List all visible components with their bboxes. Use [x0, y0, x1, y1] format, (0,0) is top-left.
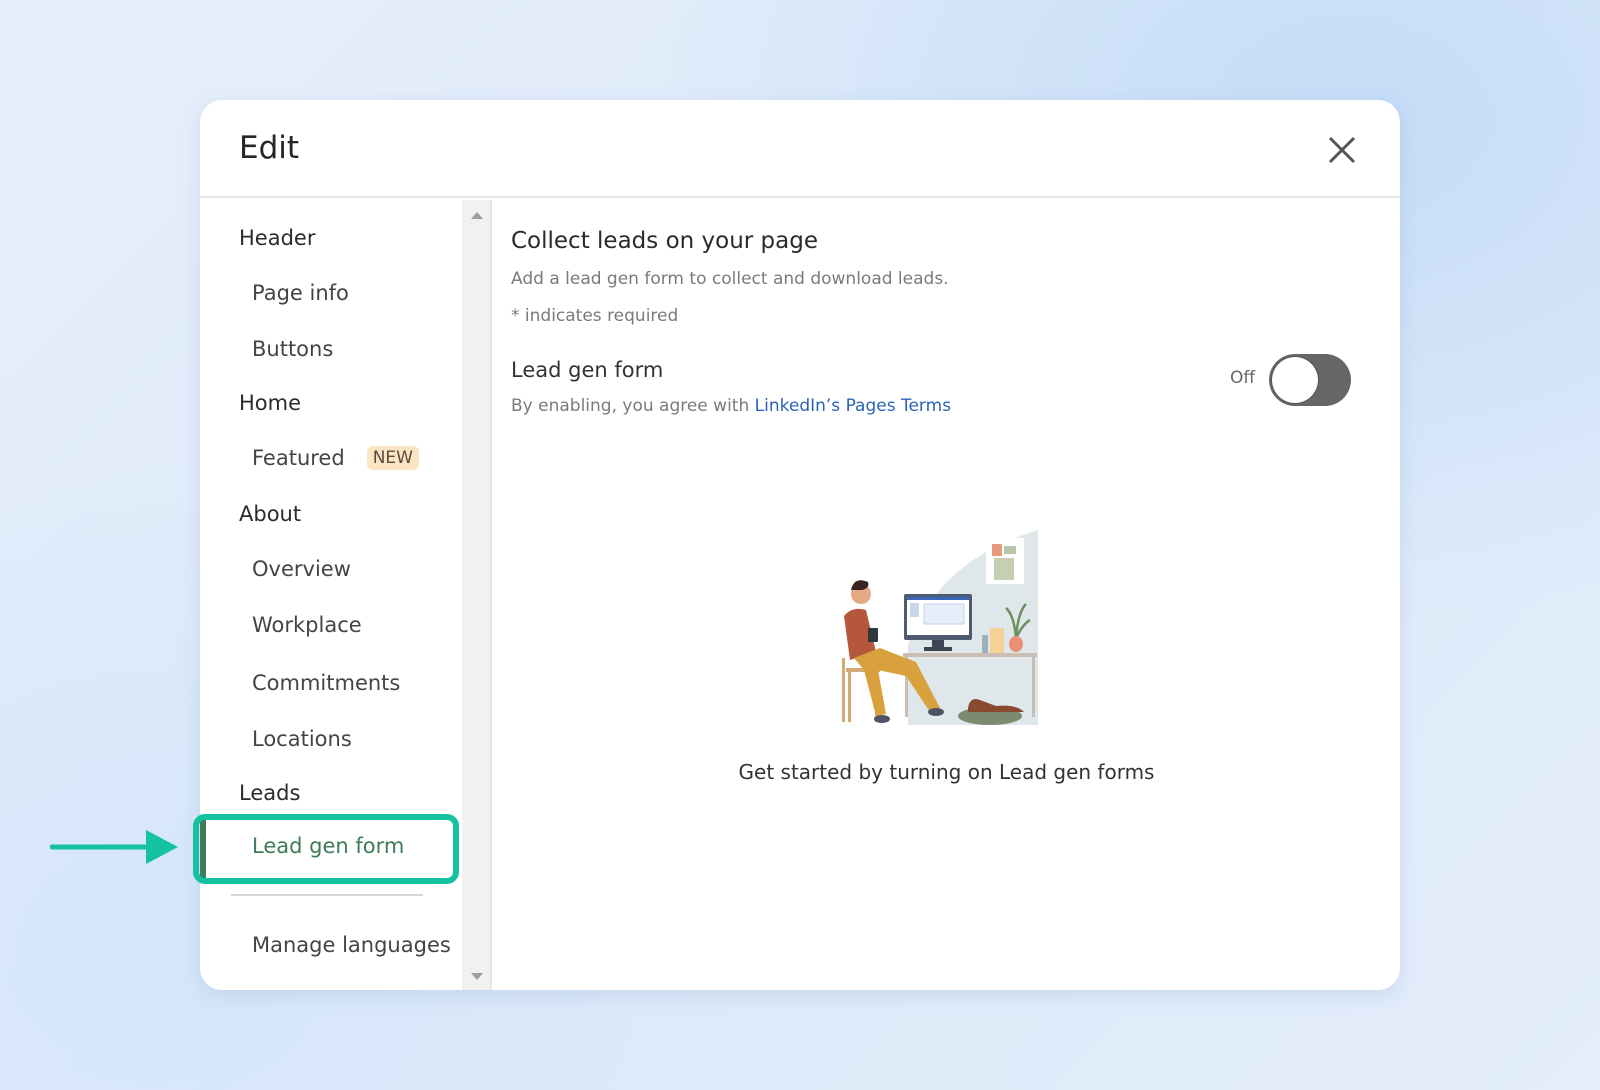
sidebar-item-header[interactable]: Header	[239, 226, 315, 250]
close-icon	[1328, 136, 1356, 164]
sidebar-item-leads[interactable]: Leads	[239, 781, 300, 805]
content-subtitle: Add a lead gen form to collect and downl…	[511, 269, 949, 289]
toggle-knob	[1272, 357, 1318, 403]
help-prefix: By enabling, you agree with	[511, 396, 755, 416]
box	[990, 628, 1004, 653]
sidebar-item-label: Featured	[252, 446, 345, 470]
lead-gen-form-toggle[interactable]	[1269, 354, 1351, 406]
sidebar-item-buttons[interactable]: Buttons	[252, 337, 333, 361]
nav-divider	[231, 894, 423, 896]
modal-title: Edit	[239, 130, 300, 166]
close-button[interactable]	[1326, 134, 1358, 166]
empty-state-illustration	[842, 530, 1038, 725]
sidebar-item-featured[interactable]: Featured NEW	[252, 446, 419, 470]
sidebar-item-locations[interactable]: Locations	[252, 727, 352, 751]
sidebar-item-commitments[interactable]: Commitments	[252, 671, 400, 695]
empty-state-text: Get started by turning on Lead gen forms	[738, 760, 1155, 784]
annotation-arrow	[50, 830, 178, 864]
sidebar-item-about[interactable]: About	[239, 502, 301, 526]
modal-header: Edit	[200, 100, 1400, 198]
sidebar-item-manage-languages[interactable]: Manage languages	[252, 933, 451, 957]
pages-terms-link[interactable]: LinkedIn’s Pages Terms	[755, 396, 951, 416]
terms-help-text: By enabling, you agree with LinkedIn’s P…	[511, 396, 951, 416]
content-panel: Collect leads on your page Add a lead ge…	[493, 200, 1400, 990]
toggle-state-label: Off	[1230, 368, 1256, 388]
tablet	[868, 628, 878, 642]
content-title: Collect leads on your page	[511, 228, 818, 254]
sidebar-item-page-info[interactable]: Page info	[252, 281, 349, 305]
lead-gen-form-label: Lead gen form	[511, 358, 664, 382]
sidebar-item-overview[interactable]: Overview	[252, 557, 351, 581]
sidebar-item-workplace[interactable]: Workplace	[252, 613, 362, 637]
desk	[903, 653, 1037, 657]
scroll-down-icon[interactable]	[471, 973, 483, 980]
sidebar-item-home[interactable]: Home	[239, 391, 301, 415]
sidebar-scrollbar[interactable]	[462, 200, 492, 990]
annotation-highlight-box	[193, 814, 459, 884]
new-badge: NEW	[366, 446, 419, 470]
required-note: * indicates required	[511, 306, 679, 326]
scroll-up-icon[interactable]	[471, 212, 483, 219]
